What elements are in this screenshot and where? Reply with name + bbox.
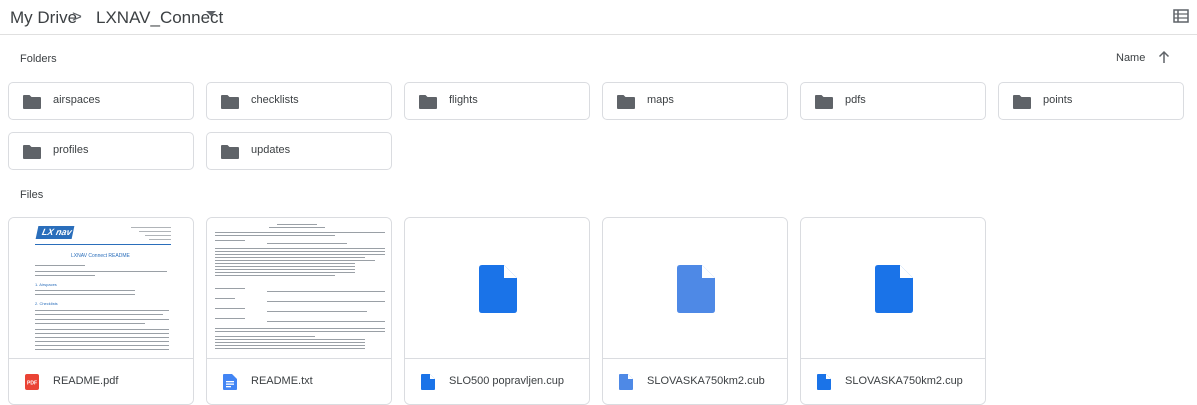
details-icon[interactable] — [1173, 8, 1189, 24]
file-icon — [817, 374, 831, 390]
breadcrumb-current-folder[interactable]: LXNAV_Connect — [96, 8, 223, 28]
file-info-bar: README.txt — [207, 358, 391, 404]
folder-icon — [815, 95, 833, 109]
folder-airspaces[interactable]: airspaces — [8, 82, 194, 120]
pdf-section-1: 1. Airspaces — [35, 282, 57, 287]
files-section-title: Files — [20, 189, 44, 201]
folder-name: profiles — [53, 144, 89, 156]
folder-profiles[interactable]: profiles — [8, 132, 194, 170]
folder-name: maps — [647, 94, 674, 106]
folder-name: points — [1043, 94, 1073, 106]
pdf-icon: PDF — [25, 374, 39, 390]
breadcrumb-separator: > — [72, 7, 82, 26]
file-info-bar: SLOVASKA750km2.cup — [801, 358, 985, 404]
file-name: README.txt — [251, 375, 313, 387]
folder-icon — [221, 95, 239, 109]
svg-text:PDF: PDF — [27, 381, 37, 387]
lxnav-logo: LX nav — [35, 226, 75, 239]
top-bar: My Drive > LXNAV_Connect — [0, 0, 1197, 35]
folder-name: checklists — [251, 94, 299, 106]
file-icon — [479, 265, 517, 313]
folder-icon — [1013, 95, 1031, 109]
folder-updates[interactable]: updates — [206, 132, 392, 170]
folder-icon — [23, 95, 41, 109]
folder-points[interactable]: points — [998, 82, 1184, 120]
folder-pdfs[interactable]: pdfs — [800, 82, 986, 120]
file-icon — [875, 265, 913, 313]
folder-flights[interactable]: flights — [404, 82, 590, 120]
arrow-up-icon[interactable] — [1158, 50, 1170, 64]
pdf-doc-title: LXNAV Connect README — [71, 253, 130, 259]
caret-down-icon[interactable] — [206, 11, 216, 17]
folder-icon — [419, 95, 437, 109]
folder-name: pdfs — [845, 94, 866, 106]
folder-name: flights — [449, 94, 478, 106]
folder-icon — [617, 95, 635, 109]
file-name: SLOVASKA750km2.cup — [845, 375, 963, 387]
generic-file-thumbnail — [405, 218, 589, 358]
sort-by-name-button[interactable]: Name — [1116, 52, 1145, 64]
generic-file-thumbnail — [603, 218, 787, 358]
file-info-bar: SLOVASKA750km2.cub — [603, 358, 787, 404]
file-icon — [619, 374, 633, 390]
txt-thumbnail — [207, 218, 391, 358]
file-name: README.pdf — [53, 375, 119, 387]
folder-maps[interactable]: maps — [602, 82, 788, 120]
folder-checklists[interactable]: checklists — [206, 82, 392, 120]
folders-section-title: Folders — [20, 53, 57, 65]
breadcrumb-my-drive[interactable]: My Drive — [10, 8, 77, 28]
file-icon — [677, 265, 715, 313]
file-icon — [421, 374, 435, 390]
folder-name: airspaces — [53, 94, 101, 106]
file-slovaska750km2-cub[interactable]: SLOVASKA750km2.cub — [602, 217, 788, 405]
folder-icon — [23, 145, 41, 159]
file-readme-txt[interactable]: README.txt — [206, 217, 392, 405]
document-icon — [223, 374, 237, 390]
folder-icon — [221, 145, 239, 159]
generic-file-thumbnail — [801, 218, 985, 358]
file-name: SLO500 popravljen.cup — [449, 375, 564, 387]
file-info-bar: PDF README.pdf — [9, 358, 193, 404]
pdf-section-2: 2. Checklists — [35, 301, 58, 306]
file-slovaska750km2-cup[interactable]: SLOVASKA750km2.cup — [800, 217, 986, 405]
file-readme-pdf[interactable]: LX nav LXNAV Connect README 1. Airspaces… — [8, 217, 194, 405]
folder-name: updates — [251, 144, 291, 156]
file-name: SLOVASKA750km2.cub — [647, 375, 765, 387]
pdf-thumbnail: LX nav LXNAV Connect README 1. Airspaces… — [9, 218, 193, 358]
file-info-bar: SLO500 popravljen.cup — [405, 358, 589, 404]
file-slo500-popravljen-cup[interactable]: SLO500 popravljen.cup — [404, 217, 590, 405]
